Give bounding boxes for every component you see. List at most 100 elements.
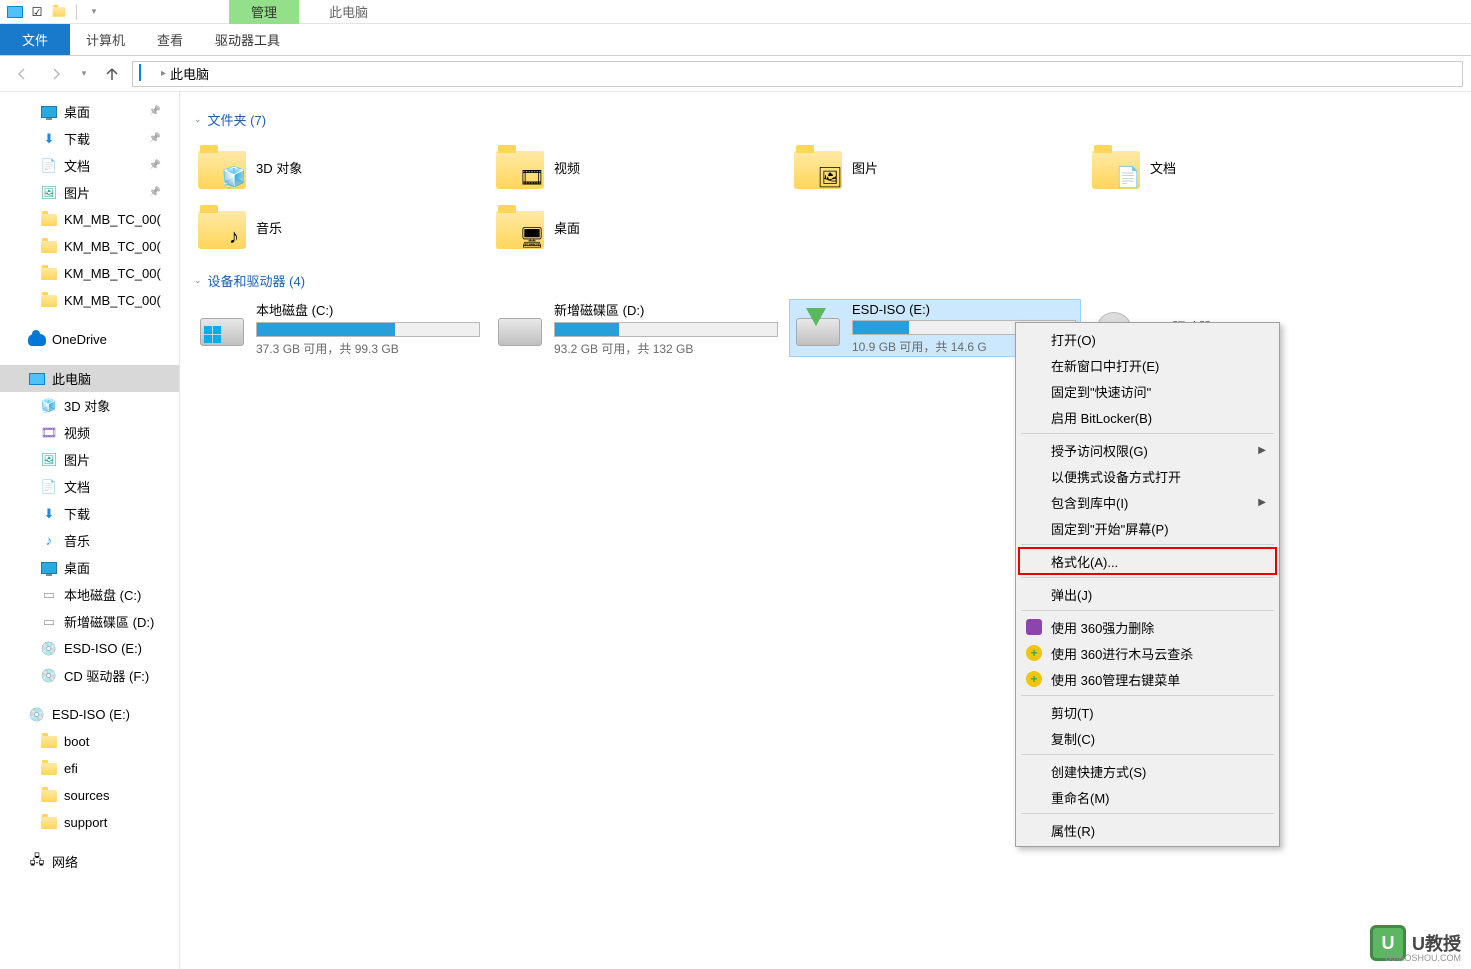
sidebar-esd-child[interactable]: support (0, 809, 179, 836)
menu-item-label: 使用 360管理右键菜单 (1051, 670, 1180, 689)
context-menu-item[interactable]: 复制(C) (1019, 725, 1276, 751)
sidebar-item-this-pc[interactable]: 此电脑 (0, 365, 179, 392)
nav-up-button[interactable] (98, 60, 126, 88)
drive-capacity-bar (554, 322, 778, 337)
context-menu-item[interactable]: 启用 BitLocker(B) (1019, 404, 1276, 430)
breadcrumb-location[interactable]: 此电脑 (170, 64, 209, 83)
chevron-right-icon[interactable]: ▸ (161, 68, 166, 79)
sidebar-label: ESD-ISO (E:) (52, 707, 130, 722)
menu-separator (1021, 577, 1274, 578)
context-menu-item[interactable]: 格式化(A)... (1019, 548, 1276, 574)
qat-customize-icon[interactable]: ▾ (85, 3, 103, 21)
context-menu-item[interactable]: 固定到"快速访问" (1019, 378, 1276, 404)
sidebar-pc-child[interactable]: 桌面 (0, 554, 179, 581)
folder-name: 图片 (852, 158, 878, 177)
context-menu-item[interactable]: 以便携式设备方式打开 (1019, 463, 1276, 489)
sidebar-quick-item[interactable]: 🖼图片 (0, 179, 179, 206)
sidebar-pc-child[interactable]: 💿CD 驱动器 (F:) (0, 662, 179, 689)
folder-item[interactable]: 📄文档 (1088, 139, 1378, 195)
sidebar-quick-item[interactable]: KM_MB_TC_00( (0, 287, 179, 314)
sidebar-quick-item[interactable]: ⬇下载 (0, 125, 179, 152)
context-menu-item[interactable]: 属性(R) (1019, 817, 1276, 843)
context-menu-item[interactable]: 创建快捷方式(S) (1019, 758, 1276, 784)
sidebar-item-onedrive[interactable]: OneDrive (0, 326, 179, 353)
menu-item-label: 剪切(T) (1051, 703, 1094, 722)
sidebar-esd-child[interactable]: efi (0, 755, 179, 782)
group-header-folders[interactable]: ⌄ 文件夹 (7) (194, 110, 1457, 129)
menu-item-label: 使用 360强力删除 (1051, 618, 1154, 637)
video-icon: 🎞 (40, 424, 58, 442)
separator (76, 4, 77, 20)
context-menu-item[interactable]: 弹出(J) (1019, 581, 1276, 607)
context-menu-item[interactable]: 使用 360强力删除 (1019, 614, 1276, 640)
tab-computer[interactable]: 计算机 (70, 24, 141, 55)
context-menu-item[interactable]: 授予访问权限(G) ▶ (1019, 437, 1276, 463)
sidebar-item-esd-iso[interactable]: 💿 ESD-ISO (E:) (0, 701, 179, 728)
sidebar-pc-child[interactable]: 📄文档 (0, 473, 179, 500)
context-menu-item[interactable]: 包含到库中(I)▶ (1019, 489, 1276, 515)
sidebar-quick-item[interactable]: 📄文档 (0, 152, 179, 179)
sidebar-esd-child[interactable]: boot (0, 728, 179, 755)
context-menu-item[interactable]: 在新窗口中打开(E) (1019, 352, 1276, 378)
drive-icon (198, 306, 246, 350)
qat-properties-icon[interactable]: ☑ (28, 3, 46, 21)
download-icon: ⬇ (40, 505, 58, 523)
folder-item[interactable]: ♪音乐 (194, 199, 484, 255)
sidebar-quick-item[interactable]: 桌面 (0, 98, 179, 125)
context-menu-item[interactable]: +使用 360进行木马云查杀 (1019, 640, 1276, 666)
nav-forward-button[interactable] (42, 60, 70, 88)
group-header-drives[interactable]: ⌄ 设备和驱动器 (4) (194, 271, 1457, 290)
tab-view[interactable]: 查看 (141, 24, 199, 55)
sidebar-label: KM_MB_TC_00( (64, 239, 161, 254)
context-menu-item[interactable]: +使用 360管理右键菜单 (1019, 666, 1276, 692)
sidebar-esd-child[interactable]: sources (0, 782, 179, 809)
drive-capacity-bar (256, 322, 480, 337)
breadcrumb[interactable]: ▸ 此电脑 (132, 61, 1463, 87)
folder-item[interactable]: 🖼图片 (790, 139, 1080, 195)
sidebar-pc-child[interactable]: ▭本地磁盘 (C:) (0, 581, 179, 608)
tab-drive-tools[interactable]: 驱动器工具 (199, 24, 296, 55)
sidebar-quick-item[interactable]: KM_MB_TC_00( (0, 206, 179, 233)
sidebar-pc-child[interactable]: ▭新增磁碟區 (D:) (0, 608, 179, 635)
iso-icon: 💿 (28, 706, 46, 724)
sidebar-item-network[interactable]: 🖧 网络 (0, 848, 179, 875)
sidebar-label: 文档 (64, 156, 90, 175)
folder-icon: ♪ (198, 203, 246, 251)
sidebar-pc-child[interactable]: 🎞 视频 (0, 419, 179, 446)
sidebar-label: 图片 (64, 183, 90, 202)
sidebar-quick-item[interactable]: KM_MB_TC_00( (0, 260, 179, 287)
qat-new-folder-icon[interactable] (50, 3, 68, 21)
sidebar-label: 桌面 (64, 102, 90, 121)
sidebar-label: 此电脑 (52, 369, 91, 388)
folder-item[interactable]: 🖥桌面 (492, 199, 782, 255)
context-menu-item[interactable]: 重命名(M) (1019, 784, 1276, 810)
sidebar-label: 视频 (64, 423, 90, 442)
drive-item[interactable]: 本地磁盘 (C:)37.3 GB 可用，共 99.3 GB (194, 300, 484, 356)
sidebar-pc-child[interactable]: 💿ESD-ISO (E:) (0, 635, 179, 662)
menu-separator (1021, 433, 1274, 434)
nav-recent-dropdown[interactable]: ▾ (76, 60, 92, 88)
sidebar-quick-item[interactable]: KM_MB_TC_00( (0, 233, 179, 260)
menu-item-label: 授予访问权限(G) (1051, 441, 1148, 460)
sidebar-pc-child[interactable]: 🧊3D 对象 (0, 392, 179, 419)
context-menu-item[interactable]: 固定到"开始"屏幕(P) (1019, 515, 1276, 541)
sidebar-label: KM_MB_TC_00( (64, 266, 161, 281)
tab-file[interactable]: 文件 (0, 24, 70, 55)
sidebar-pc-child[interactable]: 🖼图片 (0, 446, 179, 473)
nav-back-button[interactable] (8, 60, 36, 88)
folder-name: 桌面 (554, 218, 580, 237)
sidebar-pc-child[interactable]: ♪音乐 (0, 527, 179, 554)
context-menu-item[interactable]: 打开(O) (1019, 326, 1276, 352)
sidebar-pc-child[interactable]: ⬇下载 (0, 500, 179, 527)
folder-name: 文档 (1150, 158, 1176, 177)
menu-item-label: 在新窗口中打开(E) (1051, 356, 1159, 375)
group-label: 文件夹 (7) (208, 110, 267, 129)
folder-item[interactable]: 🧊3D 对象 (194, 139, 484, 195)
context-menu-item[interactable]: 剪切(T) (1019, 699, 1276, 725)
monitor-icon (40, 559, 58, 577)
folder-item[interactable]: 🎞视频 (492, 139, 782, 195)
chevron-down-icon: ⌄ (194, 114, 202, 125)
submenu-arrow-icon: ▶ (1258, 445, 1266, 456)
window-title: 此电脑 (329, 2, 368, 21)
drive-item[interactable]: 新增磁碟區 (D:)93.2 GB 可用，共 132 GB (492, 300, 782, 356)
